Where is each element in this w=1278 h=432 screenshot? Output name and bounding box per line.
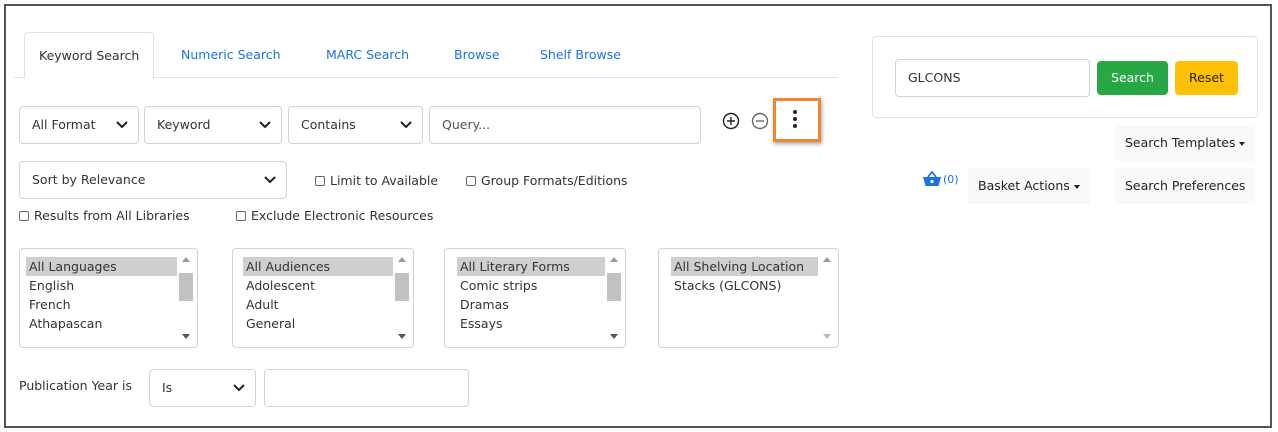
list-item[interactable]: All Shelving Location bbox=[671, 257, 818, 276]
search-templates-label: Search Templates bbox=[1125, 135, 1236, 150]
add-row-icon[interactable] bbox=[722, 112, 740, 130]
list-item[interactable]: All Audiences bbox=[243, 257, 393, 276]
query-input[interactable]: Query... bbox=[429, 106, 701, 144]
list-item[interactable]: Essays bbox=[457, 314, 605, 333]
basket-actions-label: Basket Actions bbox=[978, 178, 1070, 193]
scrollbar[interactable] bbox=[395, 253, 409, 343]
list-item[interactable]: Athapascan bbox=[26, 314, 177, 333]
list-item[interactable]: All Languages bbox=[26, 257, 177, 276]
group-formats-checkbox[interactable]: Group Formats/Editions bbox=[466, 173, 628, 188]
reset-button[interactable]: Reset bbox=[1175, 61, 1238, 95]
chevron-down-icon bbox=[116, 121, 128, 129]
pub-year-operator-select[interactable]: Is bbox=[149, 369, 256, 407]
list-item[interactable]: Stacks (GLCONS) bbox=[671, 276, 818, 295]
audiences-listbox[interactable]: All Audiences Adolescent Adult General bbox=[232, 248, 414, 348]
list-item[interactable]: Adult bbox=[243, 295, 393, 314]
scrollbar[interactable] bbox=[607, 253, 621, 343]
chevron-down-icon bbox=[259, 121, 271, 129]
checkbox-box[interactable] bbox=[236, 210, 246, 221]
chevron-down-icon bbox=[233, 384, 245, 392]
list-item[interactable]: French bbox=[26, 295, 177, 314]
search-button[interactable]: Search bbox=[1097, 61, 1168, 95]
literary-forms-listbox[interactable]: All Literary Forms Comic strips Dramas E… bbox=[444, 248, 626, 348]
query-placeholder: Query... bbox=[442, 117, 491, 132]
quick-search-value: GLCONS bbox=[908, 70, 961, 85]
limit-available-label: Limit to Available bbox=[330, 173, 439, 188]
match-select[interactable]: Contains bbox=[288, 106, 423, 144]
list-item[interactable]: Adolescent bbox=[243, 276, 393, 295]
limit-available-checkbox[interactable]: Limit to Available bbox=[315, 173, 438, 188]
tab-numeric-search[interactable]: Numeric Search bbox=[181, 32, 281, 78]
all-libraries-checkbox[interactable]: Results from All Libraries bbox=[19, 208, 190, 223]
search-tabs: Keyword Search Numeric Search MARC Searc… bbox=[14, 32, 838, 79]
chevron-down-icon bbox=[1239, 141, 1246, 146]
checkbox-box[interactable] bbox=[19, 210, 29, 221]
tab-marc-search[interactable]: MARC Search bbox=[326, 32, 409, 78]
list-item[interactable]: Comic strips bbox=[457, 276, 605, 295]
basket-actions-button[interactable]: Basket Actions bbox=[968, 168, 1090, 204]
search-preferences-button[interactable]: Search Preferences bbox=[1115, 168, 1256, 204]
remove-row-icon[interactable] bbox=[751, 112, 769, 130]
format-value: All Format bbox=[32, 117, 96, 132]
list-item[interactable]: Dramas bbox=[457, 295, 605, 314]
list-item[interactable]: English bbox=[26, 276, 177, 295]
chevron-down-icon bbox=[264, 176, 276, 184]
chevron-down-icon bbox=[1073, 184, 1080, 189]
checkbox-box[interactable] bbox=[315, 175, 325, 186]
list-item[interactable]: All Literary Forms bbox=[457, 257, 605, 276]
search-templates-button[interactable]: Search Templates bbox=[1115, 125, 1256, 161]
sort-value: Sort by Relevance bbox=[32, 172, 146, 187]
checkbox-box[interactable] bbox=[466, 175, 476, 186]
list-item[interactable]: General bbox=[243, 314, 393, 333]
field-value: Keyword bbox=[157, 117, 211, 132]
languages-listbox[interactable]: All Languages English French Athapascan bbox=[19, 248, 198, 348]
scrollbar[interactable] bbox=[179, 253, 193, 343]
shelving-location-listbox[interactable]: All Shelving Location Stacks (GLCONS) bbox=[658, 248, 839, 348]
tab-keyword-search[interactable]: Keyword Search bbox=[24, 32, 155, 79]
quick-search-panel: GLCONS Search Reset bbox=[872, 36, 1258, 118]
match-value: Contains bbox=[301, 117, 356, 132]
pub-year-operator-value: Is bbox=[162, 380, 173, 395]
more-options-icon[interactable] bbox=[792, 110, 798, 130]
all-libraries-label: Results from All Libraries bbox=[34, 208, 190, 223]
basket-icon bbox=[923, 171, 941, 186]
pub-year-input[interactable] bbox=[264, 369, 469, 407]
sort-select[interactable]: Sort by Relevance bbox=[19, 161, 287, 199]
tab-browse[interactable]: Browse bbox=[454, 32, 500, 78]
scrollbar[interactable] bbox=[820, 253, 834, 343]
quick-search-input[interactable]: GLCONS bbox=[895, 59, 1090, 97]
exclude-electronic-checkbox[interactable]: Exclude Electronic Resources bbox=[236, 208, 433, 223]
pub-year-label: Publication Year is bbox=[19, 378, 132, 393]
basket-count: (0) bbox=[943, 172, 959, 186]
chevron-down-icon bbox=[400, 121, 412, 129]
tab-shelf-browse[interactable]: Shelf Browse bbox=[540, 32, 621, 78]
exclude-electronic-label: Exclude Electronic Resources bbox=[251, 208, 434, 223]
basket[interactable]: (0) bbox=[922, 171, 959, 187]
field-select[interactable]: Keyword bbox=[144, 106, 282, 144]
group-formats-label: Group Formats/Editions bbox=[481, 173, 628, 188]
format-select[interactable]: All Format bbox=[19, 106, 139, 144]
